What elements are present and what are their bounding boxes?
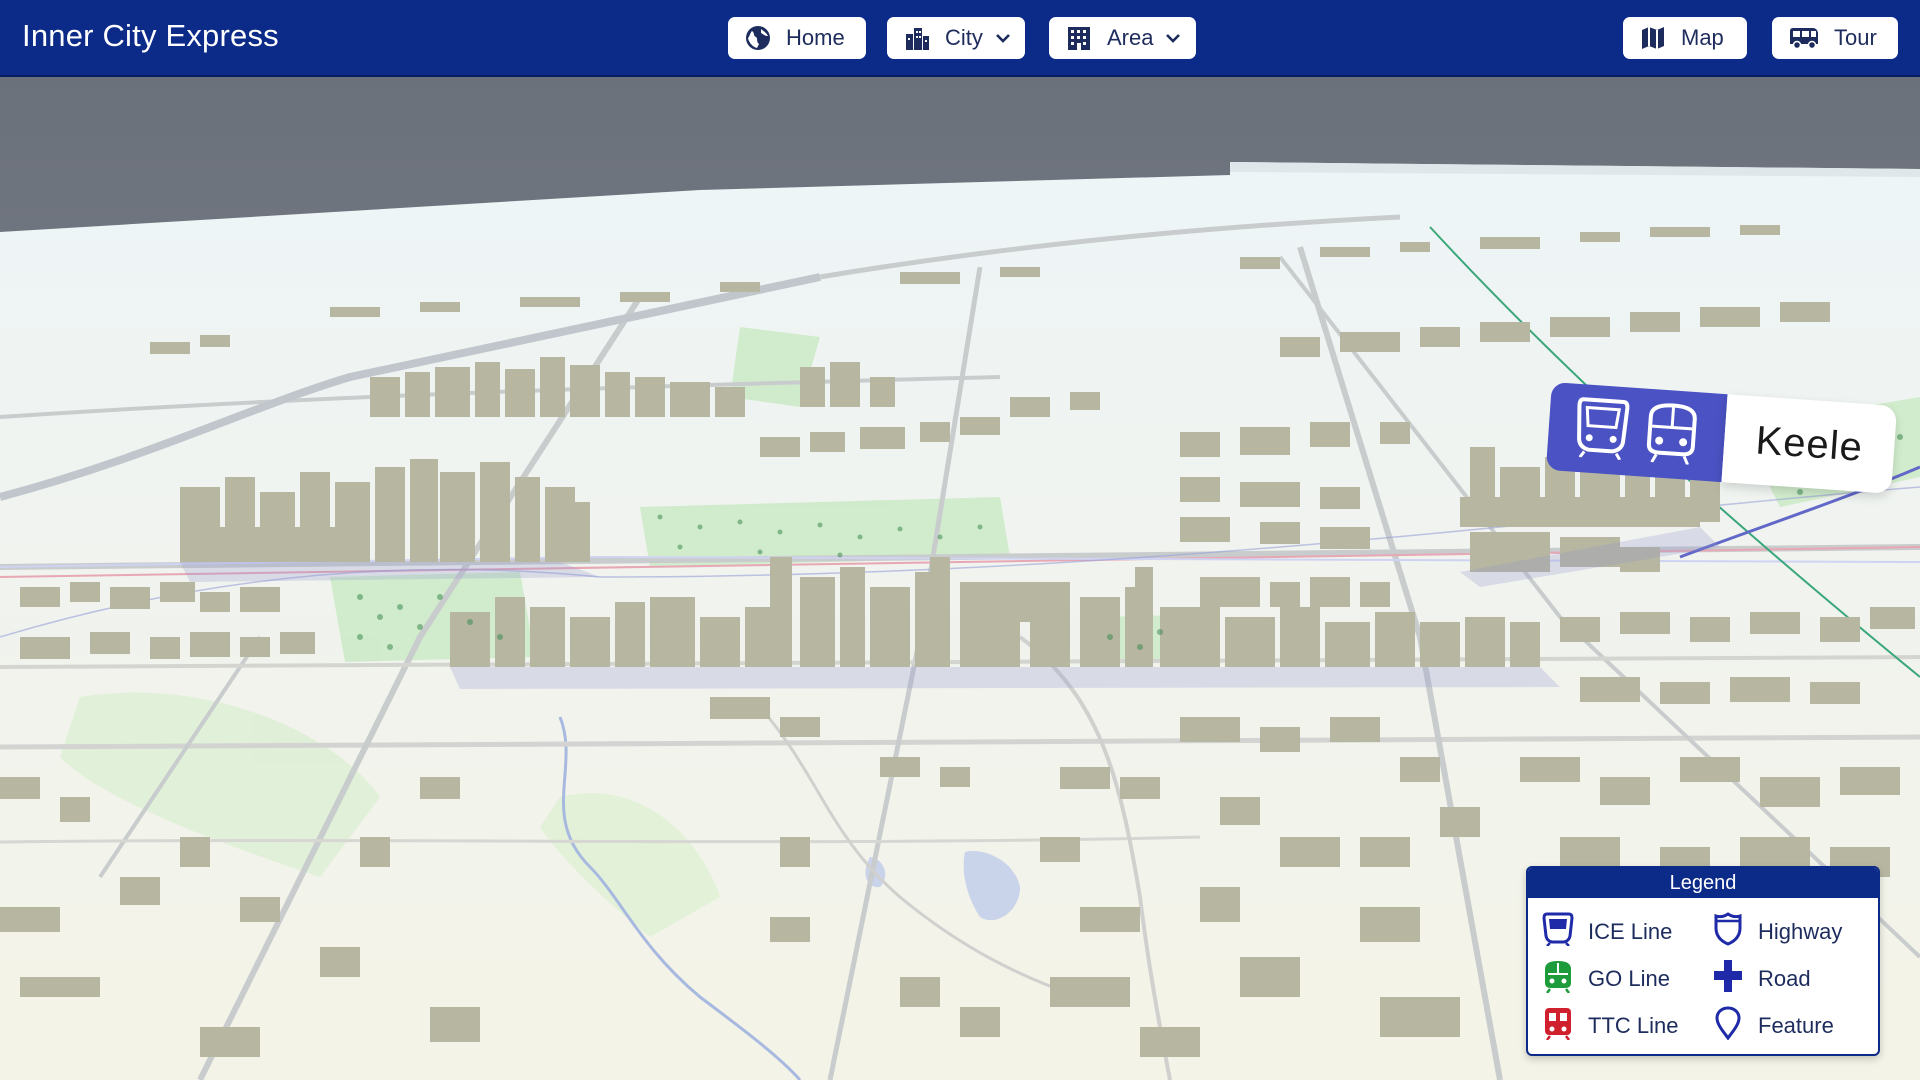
- legend-label: GO Line: [1588, 966, 1670, 991]
- legend-label: Highway: [1758, 919, 1843, 944]
- road-cross-icon: [1712, 959, 1744, 999]
- app-title: Inner City Express: [22, 18, 279, 53]
- tour-button-label: Tour: [1834, 25, 1877, 50]
- legend-label: Feature: [1758, 1013, 1834, 1038]
- legend-item-ttc-line: TTC Line: [1542, 1006, 1678, 1046]
- go-train-icon: [1542, 959, 1574, 999]
- home-button[interactable]: Home: [728, 17, 866, 59]
- ice-train-icon: [1572, 394, 1633, 465]
- home-button-label: Home: [786, 25, 845, 50]
- map-icon: [1639, 24, 1667, 52]
- chevron-down-icon: [995, 32, 1011, 44]
- legend-title: Legend: [1528, 868, 1878, 898]
- legend-item-ice-line: ICE Line: [1542, 912, 1672, 952]
- map-legend: Legend ICE Line Highway GO Line Road TTC…: [1526, 866, 1880, 1056]
- globe-icon: [744, 24, 772, 52]
- ttc-train-icon: [1542, 1006, 1574, 1046]
- tour-button[interactable]: Tour: [1772, 17, 1898, 59]
- station-badge: [1545, 382, 1728, 483]
- legend-item-road: Road: [1712, 959, 1811, 999]
- chevron-down-icon: [1165, 32, 1181, 44]
- city-button-label: City: [945, 25, 983, 50]
- office-building-icon: [1065, 24, 1093, 52]
- go-train-icon: [1641, 399, 1702, 470]
- city-dropdown-button[interactable]: City: [887, 17, 1025, 59]
- area-dropdown-button[interactable]: Area: [1049, 17, 1196, 59]
- area-button-label: Area: [1107, 25, 1154, 50]
- station-name-box: Keele: [1721, 394, 1898, 494]
- ice-train-icon: [1542, 912, 1574, 952]
- top-bar: Inner City Express Home City Area Map To…: [0, 0, 1920, 77]
- map-button[interactable]: Map: [1623, 17, 1747, 59]
- legend-label: Road: [1758, 966, 1811, 991]
- map-button-label: Map: [1681, 25, 1724, 50]
- legend-grid: ICE Line Highway GO Line Road TTC Line F…: [1528, 898, 1878, 1054]
- legend-label: ICE Line: [1588, 919, 1673, 944]
- city-buildings-icon: [903, 24, 931, 52]
- legend-label: TTC Line: [1588, 1013, 1679, 1038]
- legend-item-feature: Feature: [1712, 1006, 1834, 1046]
- map-viewport[interactable]: Keele Legend ICE Line Highway GO Line Ro…: [0, 77, 1920, 1080]
- location-pin-icon: [1712, 1006, 1744, 1046]
- legend-item-highway: Highway: [1712, 912, 1842, 952]
- bus-icon: [1788, 25, 1820, 51]
- highway-shield-icon: [1712, 912, 1744, 952]
- station-name: Keele: [1754, 417, 1865, 470]
- legend-item-go-line: GO Line: [1542, 959, 1670, 999]
